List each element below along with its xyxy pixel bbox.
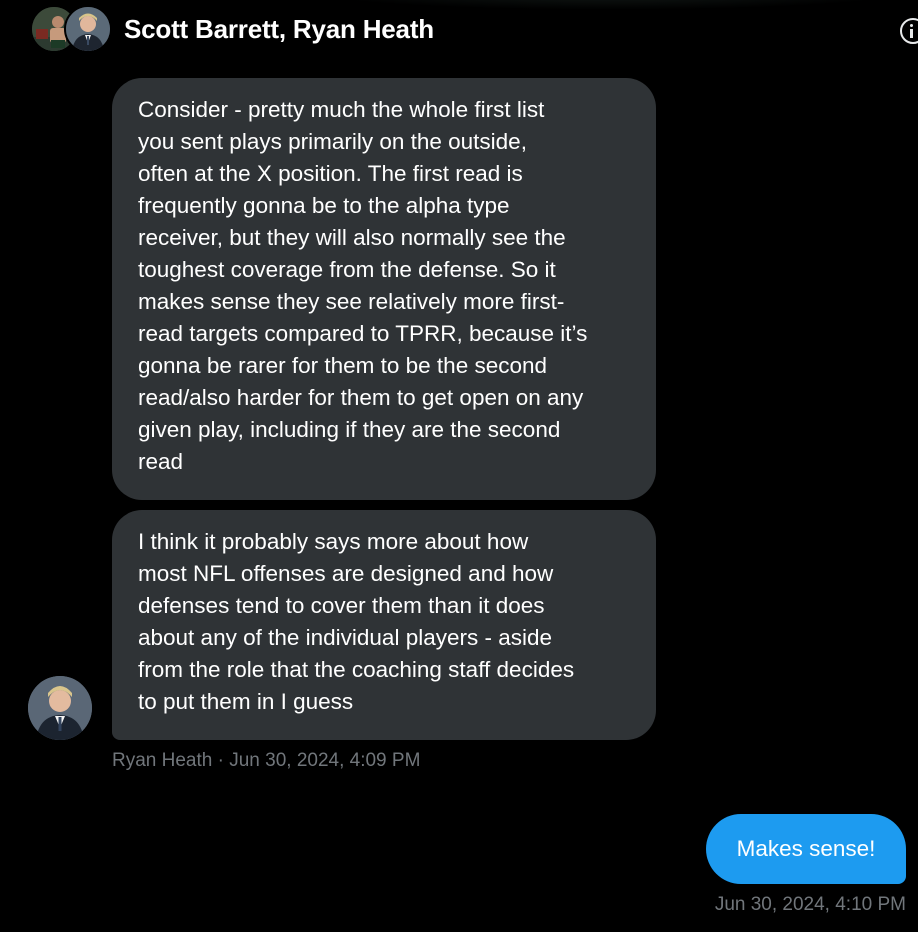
message-text-line: most NFL offenses are designed and how: [138, 561, 554, 586]
sender-avatar[interactable]: [28, 676, 92, 740]
ryan-heath-avatar: [64, 5, 112, 53]
message-text-line: frequently gonna be to the alpha type: [138, 193, 510, 218]
message-text-line: read: [138, 449, 184, 474]
message-text-line: Consider - pretty much the whole first l…: [138, 97, 545, 122]
outgoing-message-bubble[interactable]: Makes sense!: [706, 814, 906, 884]
message-text-line: read/also harder for them to get open on…: [138, 385, 584, 410]
message-text-line: to put them in I guess: [138, 689, 354, 714]
message-text-line: about any of the individual players - as…: [138, 625, 553, 650]
message-bubble[interactable]: Consider - pretty much the whole first l…: [112, 78, 656, 500]
message-text-line: you sent plays primarily on the outside,: [138, 129, 527, 154]
message-timestamp: Jun 30, 2024, 4:10 PM: [714, 894, 906, 915]
message-text-line: read targets compared to TPRR, because i…: [138, 321, 588, 346]
message-text-line: receiver, but they will also normally se…: [138, 225, 566, 250]
message-text-line: given play, including if they are the se…: [138, 417, 561, 442]
header-shade: [300, 0, 918, 10]
message-meta: Ryan Heath · Jun 30, 2024, 4:09 PM: [112, 750, 421, 771]
message-text-line: toughest coverage from the defense. So i…: [138, 257, 556, 282]
message-text-line: gonna be rarer for them to be the second: [138, 353, 548, 378]
message-bubble[interactable]: I think it probably says more about how …: [112, 510, 656, 740]
message-text-line: from the role that the coaching staff de…: [138, 657, 575, 682]
conversation-title[interactable]: Scott Barrett, Ryan Heath: [124, 14, 434, 45]
conversation-header: Scott Barrett, Ryan Heath: [0, 0, 918, 62]
message-text-line: makes sense they see relatively more fir…: [138, 289, 565, 314]
message-text-line: defenses tend to cover them than it does: [138, 593, 545, 618]
info-icon[interactable]: [900, 18, 918, 44]
message-text-line: I think it probably says more about how: [138, 529, 529, 554]
message-text-line: often at the X position. The first read …: [138, 161, 523, 186]
group-avatars[interactable]: [30, 5, 112, 55]
